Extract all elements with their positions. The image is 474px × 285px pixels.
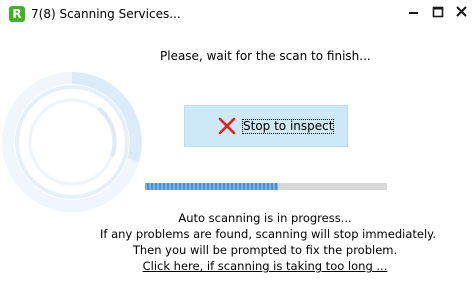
minimize-button[interactable] — [402, 2, 424, 22]
minimize-icon — [409, 12, 418, 14]
scan-too-long-link[interactable]: Click here, if scanning is taking too lo… — [100, 259, 430, 273]
window-title: 7(8) Scanning Services... — [31, 7, 181, 21]
scan-progress-fill — [145, 183, 279, 190]
scan-spinner-icon — [2, 72, 142, 212]
maximize-icon — [432, 6, 444, 18]
maximize-button[interactable] — [427, 2, 449, 22]
status-line-in-progress: Auto scanning is in progress... — [178, 211, 352, 225]
app-logo-icon: R — [9, 6, 25, 22]
status-line-problems: If any problems are found, scanning will… — [100, 227, 436, 241]
scan-progress-bar — [145, 183, 387, 190]
stop-to-inspect-button[interactable]: Stop to inspect — [184, 105, 348, 147]
wait-message: Please, wait for the scan to finish... — [160, 49, 371, 63]
status-line-prompt: Then you will be prompted to fix the pro… — [132, 243, 398, 257]
title-bar[interactable]: R 7(8) Scanning Services... — [0, 0, 474, 28]
close-button[interactable] — [451, 2, 473, 22]
red-x-icon — [218, 117, 236, 135]
close-icon — [456, 6, 467, 17]
stop-button-label: Stop to inspect — [241, 119, 335, 134]
scanning-dialog: R 7(8) Scanning Services... Please, wait — [0, 0, 474, 285]
